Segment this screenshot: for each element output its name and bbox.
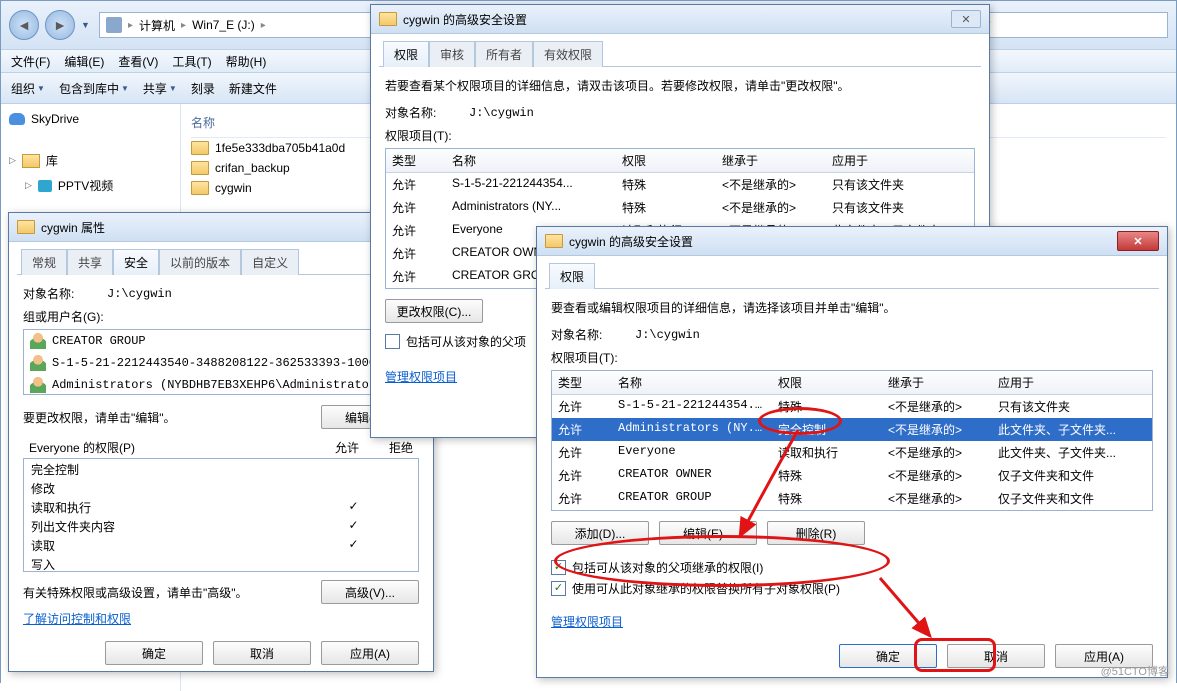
ok-button[interactable]: 确定 bbox=[839, 644, 937, 668]
tab-share[interactable]: 共享 bbox=[67, 249, 113, 275]
obj-label: 对象名称: bbox=[23, 285, 93, 302]
nav-fwd-button[interactable]: ► bbox=[45, 10, 75, 40]
menu-view[interactable]: 查看(V) bbox=[118, 53, 158, 70]
groups-listbox[interactable]: CREATOR GROUP S-1-5-21-2212443540-348820… bbox=[23, 329, 419, 395]
tree-skydrive[interactable]: SkyDrive bbox=[5, 110, 176, 128]
cancel-button[interactable]: 取消 bbox=[213, 641, 311, 665]
cloud-icon bbox=[9, 113, 25, 125]
close-button[interactable]: ✕ bbox=[951, 10, 981, 28]
menu-help[interactable]: 帮助(H) bbox=[226, 53, 267, 70]
adv-hint: 有关特殊权限或高级设置，请单击"高级"。 bbox=[23, 584, 248, 601]
tb-share[interactable]: 共享▼ bbox=[143, 80, 177, 97]
hint: 若要查看某个权限项目的详细信息，请双击该项目。若要修改权限，请单击"更改权限"。 bbox=[385, 77, 975, 94]
perm-row-selected[interactable]: 允许Administrators (NY...完全控制<不是继承的>此文件夹、子… bbox=[552, 418, 1152, 441]
props-tabs: 常规 共享 安全 以前的版本 自定义 bbox=[17, 248, 425, 275]
advanced-button[interactable]: 高级(V)... bbox=[321, 580, 419, 604]
dialog-title: cygwin 的高级安全设置 bbox=[403, 11, 945, 28]
menu-file[interactable]: 文件(F) bbox=[11, 53, 50, 70]
perm-row[interactable]: 允许Everyone读取和执行<不是继承的>此文件夹、子文件夹... bbox=[552, 441, 1152, 464]
tab-owner[interactable]: 所有者 bbox=[475, 41, 533, 67]
tb-include-lib[interactable]: 包含到库中▼ bbox=[59, 80, 129, 97]
edit-hint: 要更改权限，请单击"编辑"。 bbox=[23, 409, 176, 426]
tab-perm[interactable]: 权限 bbox=[383, 41, 429, 67]
tree-library[interactable]: ▷库 bbox=[5, 150, 176, 171]
perm-row[interactable]: 允许CREATOR GROUP特殊<不是继承的>仅子文件夹和文件 bbox=[552, 487, 1152, 510]
hint: 要查看或编辑权限项目的详细信息，请选择该项目并单击"编辑"。 bbox=[551, 299, 1153, 316]
cancel-button[interactable]: 取消 bbox=[947, 644, 1045, 668]
folder-icon bbox=[191, 141, 209, 155]
tab-effective[interactable]: 有效权限 bbox=[533, 41, 603, 67]
learn-link[interactable]: 了解访问控制和权限 bbox=[23, 610, 419, 627]
tree-pptv[interactable]: ▷PPTV视频 bbox=[5, 177, 176, 194]
tab-audit[interactable]: 审核 bbox=[429, 41, 475, 67]
nav-history-drop[interactable]: ▼ bbox=[81, 20, 93, 30]
perm-row[interactable]: 允许CREATOR OWNER特殊<不是继承的>仅子文件夹和文件 bbox=[552, 464, 1152, 487]
watermark: @51CTO博客 bbox=[1101, 663, 1169, 679]
folder-icon bbox=[191, 161, 209, 175]
groups-label: 组或用户名(G): bbox=[23, 308, 419, 325]
apply-button[interactable]: 应用(A) bbox=[321, 641, 419, 665]
folder-icon bbox=[545, 234, 563, 248]
user-icon bbox=[30, 355, 46, 371]
folder-icon bbox=[379, 12, 397, 26]
pptv-icon bbox=[38, 180, 52, 192]
user-icon bbox=[30, 377, 46, 393]
tb-newfolder[interactable]: 新建文件 bbox=[229, 80, 277, 97]
change-perm-button[interactable]: 更改权限(C)... bbox=[385, 299, 483, 323]
ok-button[interactable]: 确定 bbox=[105, 641, 203, 665]
tb-organize[interactable]: 组织▼ bbox=[11, 80, 45, 97]
breadcrumb-1[interactable]: Win7_E (J:) bbox=[192, 18, 255, 32]
inherit-checkbox[interactable] bbox=[385, 334, 400, 349]
manage-link[interactable]: 管理权限项目 bbox=[551, 613, 1153, 630]
perm-row[interactable]: 允许S-1-5-21-221244354...特殊<不是继承的>只有该文件夹 bbox=[552, 395, 1152, 418]
user-icon bbox=[30, 333, 46, 349]
replace-children-checkbox[interactable] bbox=[551, 581, 566, 596]
perm-table[interactable]: 完全控制 修改 读取和执行✓ 列出文件夹内容✓ 读取✓ 写入 bbox=[23, 458, 419, 572]
breadcrumb-0[interactable]: 计算机 bbox=[139, 17, 175, 34]
menu-edit[interactable]: 编辑(E) bbox=[64, 53, 104, 70]
perm-header-label: Everyone 的权限(P) bbox=[29, 439, 135, 456]
add-button[interactable]: 添加(D)... bbox=[551, 521, 649, 545]
tab-general[interactable]: 常规 bbox=[21, 249, 67, 275]
tab-security[interactable]: 安全 bbox=[113, 249, 159, 275]
dialog-title: cygwin 属性 bbox=[41, 219, 389, 236]
tab-versions[interactable]: 以前的版本 bbox=[159, 249, 241, 275]
library-icon bbox=[22, 154, 40, 168]
delete-button[interactable]: 删除(R) bbox=[767, 521, 865, 545]
dialog-title: cygwin 的高级安全设置 bbox=[569, 233, 1111, 250]
folder-icon bbox=[191, 181, 209, 195]
edit-button[interactable]: 编辑(E)... bbox=[659, 521, 757, 545]
nav-back-button[interactable]: ◄ bbox=[9, 10, 39, 40]
drive-icon bbox=[106, 17, 122, 33]
tab-perm[interactable]: 权限 bbox=[549, 263, 595, 289]
tab-custom[interactable]: 自定义 bbox=[241, 249, 299, 275]
inherit-checkbox[interactable] bbox=[551, 560, 566, 575]
menu-tools[interactable]: 工具(T) bbox=[172, 53, 211, 70]
obj-path: J:\cygwin bbox=[107, 287, 172, 301]
perm-listbox[interactable]: 类型 名称 权限 继承于 应用于 允许S-1-5-21-221244354...… bbox=[551, 370, 1153, 511]
tb-burn[interactable]: 刻录 bbox=[191, 80, 215, 97]
adv-security-dialog-2: cygwin 的高级安全设置 ✕ 权限 要查看或编辑权限项目的详细信息，请选择该… bbox=[536, 226, 1168, 678]
close-button[interactable]: ✕ bbox=[1117, 231, 1159, 251]
folder-icon bbox=[17, 220, 35, 234]
